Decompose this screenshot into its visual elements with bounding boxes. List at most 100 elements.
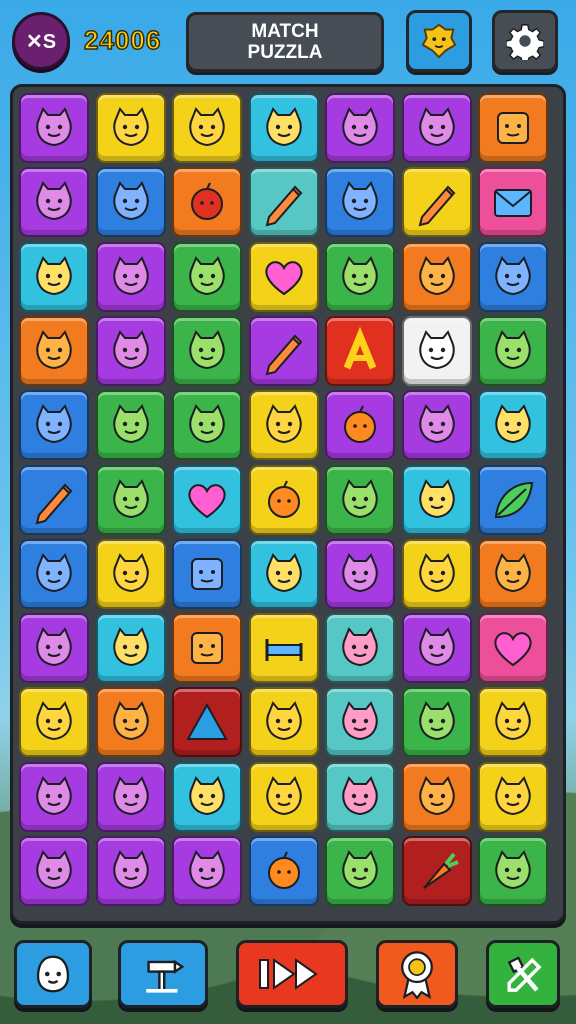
tile-r4-c4[interactable] [248, 315, 319, 386]
tile-r3-c4[interactable] [248, 241, 319, 312]
shop-button[interactable] [406, 10, 472, 72]
tile-r4-c7[interactable] [478, 315, 548, 386]
tile-r3-c1[interactable] [19, 241, 89, 312]
tile-r5-c6[interactable] [401, 390, 472, 461]
tile-r10-c5[interactable] [325, 761, 395, 832]
tile-r2-c7[interactable] [478, 167, 548, 238]
tile-r5-c4[interactable] [248, 390, 319, 461]
tile-r11-c3[interactable] [172, 836, 242, 906]
tile-r7-c1[interactable] [19, 538, 89, 609]
tile-r9-c7[interactable] [478, 687, 548, 758]
tile-r11-c5[interactable] [325, 836, 395, 906]
tile-r7-c3[interactable] [172, 538, 242, 609]
tile-r10-c7[interactable] [478, 761, 548, 832]
tile-r2-c2[interactable] [95, 167, 166, 238]
pencil-icon [265, 334, 302, 376]
tools-button[interactable] [486, 940, 560, 1008]
tile-r10-c1[interactable] [19, 761, 89, 832]
tile-r10-c2[interactable] [95, 761, 166, 832]
tile-r4-c2[interactable] [95, 315, 166, 386]
cat-icon [112, 107, 149, 147]
tile-r10-c6[interactable] [401, 761, 472, 832]
tile-r8-c5[interactable] [325, 613, 395, 684]
tile-r8-c3[interactable] [172, 613, 242, 684]
tile-r6-c6[interactable] [401, 464, 472, 535]
tile-r4-c1[interactable] [19, 315, 89, 386]
tile-r10-c4[interactable] [248, 761, 319, 832]
tile-r9-c5[interactable] [325, 687, 395, 758]
tile-r8-c7[interactable] [478, 613, 548, 684]
tile-r7-c5[interactable] [325, 538, 395, 609]
frog-icon [112, 775, 149, 815]
hint-button[interactable] [14, 940, 92, 1008]
tile-r1-c3[interactable] [172, 93, 242, 163]
tile-r5-c5[interactable] [325, 390, 395, 461]
frog-icon [342, 701, 378, 741]
tile-r8-c2[interactable] [95, 613, 166, 684]
tile-r8-c6[interactable] [401, 613, 472, 684]
skip-button[interactable] [236, 940, 348, 1008]
tile-r8-c4[interactable] [248, 613, 319, 684]
tile-r10-c3[interactable] [172, 761, 242, 832]
tile-r3-c2[interactable] [95, 241, 166, 312]
tile-r1-c7[interactable] [478, 93, 548, 163]
tile-r9-c1[interactable] [19, 687, 89, 758]
tile-r1-c1[interactable] [19, 93, 89, 163]
smiley-icon [112, 627, 149, 667]
tile-r5-c1[interactable] [19, 390, 89, 461]
title-line-2: PUZZLA [247, 42, 323, 63]
bird-icon [189, 255, 225, 295]
tile-r4-c3[interactable] [172, 315, 242, 386]
tile-r1-c2[interactable] [95, 93, 166, 163]
tile-r9-c4[interactable] [248, 687, 319, 758]
tile-r11-c6[interactable] [401, 836, 472, 906]
game-title: MATCH PUZZLA [186, 12, 384, 72]
tile-r7-c4[interactable] [248, 538, 319, 609]
ghost-icon [418, 107, 455, 147]
reward-button[interactable] [376, 940, 458, 1008]
ghost-icon [189, 329, 225, 369]
tile-r6-c5[interactable] [325, 464, 395, 535]
tile-r11-c1[interactable] [19, 836, 89, 906]
tile-r1-c6[interactable] [401, 93, 472, 163]
shuffle-button[interactable] [118, 940, 208, 1008]
tile-r3-c6[interactable] [401, 241, 472, 312]
tile-r7-c2[interactable] [95, 538, 166, 609]
tile-r9-c6[interactable] [401, 687, 472, 758]
sheep-icon [189, 107, 225, 147]
tile-r5-c7[interactable] [478, 390, 548, 461]
tile-r7-c7[interactable] [478, 538, 548, 609]
tile-r4-c5[interactable] [325, 315, 395, 386]
close-button[interactable]: ✕S [12, 12, 70, 70]
tile-r6-c4[interactable] [248, 464, 319, 535]
tile-r9-c2[interactable] [95, 687, 166, 758]
tile-r6-c3[interactable] [172, 464, 242, 535]
tile-r2-c3[interactable] [172, 167, 242, 238]
tile-r1-c4[interactable] [248, 93, 319, 163]
tile-r6-c7[interactable] [478, 464, 548, 535]
cat-icon [112, 329, 149, 369]
tile-r11-c2[interactable] [95, 836, 166, 906]
settings-button[interactable] [492, 10, 558, 72]
flower-icon [265, 404, 302, 444]
tile-r3-c7[interactable] [478, 241, 548, 312]
tile-r9-c3[interactable] [172, 687, 242, 758]
tile-r8-c1[interactable] [19, 613, 89, 684]
tile-r2-c1[interactable] [19, 167, 89, 238]
tile-r2-c6[interactable] [401, 167, 472, 238]
tile-r11-c4[interactable] [248, 836, 319, 906]
tile-r2-c4[interactable] [248, 167, 319, 238]
orange-icon [267, 480, 300, 518]
tile-r3-c3[interactable] [172, 241, 242, 312]
cat-icon [418, 701, 455, 741]
tile-r1-c5[interactable] [325, 93, 395, 163]
tile-r2-c5[interactable] [325, 167, 395, 238]
tile-r6-c1[interactable] [19, 464, 89, 535]
tile-r11-c7[interactable] [478, 836, 548, 906]
tile-r5-c3[interactable] [172, 390, 242, 461]
tile-r3-c5[interactable] [325, 241, 395, 312]
tile-r4-c6[interactable] [401, 315, 472, 386]
tile-r6-c2[interactable] [95, 464, 166, 535]
tile-r7-c6[interactable] [401, 538, 472, 609]
tile-r5-c2[interactable] [95, 390, 166, 461]
